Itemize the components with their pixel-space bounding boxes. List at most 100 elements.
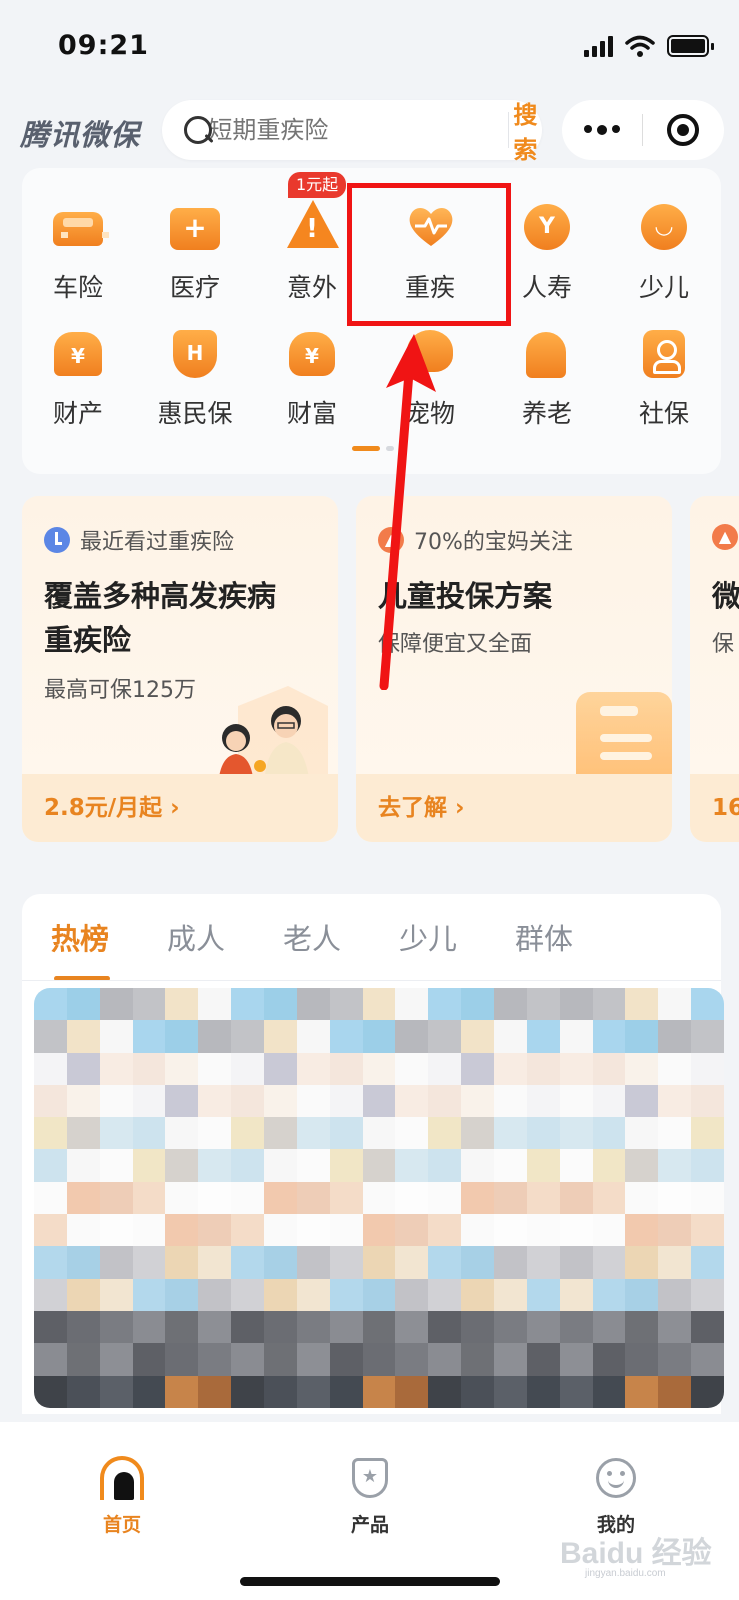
mosaic-cell <box>66 1181 100 1215</box>
mosaic-cell <box>658 1052 692 1085</box>
mosaic-cell <box>428 1181 462 1215</box>
card-subtitle: 保 <box>712 632 735 657</box>
mosaic-cell <box>658 1343 692 1376</box>
mosaic-cell <box>362 1117 396 1150</box>
tab-kids[interactable]: 少儿 <box>370 916 486 964</box>
mosaic-cell <box>395 1278 429 1311</box>
mosaic-cell <box>198 1052 232 1085</box>
category-label: 车险 <box>52 273 103 302</box>
category-life[interactable]: Y 人寿 <box>497 200 597 304</box>
close-miniprogram-button[interactable] <box>643 114 723 146</box>
mosaic-cell <box>494 1246 527 1279</box>
home-indicator[interactable] <box>240 1577 500 1586</box>
mosaic-cell <box>296 1278 330 1311</box>
mosaic-cell <box>461 1149 495 1182</box>
mosaic-cell <box>198 1214 232 1247</box>
mosaic-cell <box>658 1181 692 1215</box>
mosaic-cell <box>625 1214 659 1247</box>
mosaic-cell <box>231 1278 265 1311</box>
mosaic-cell <box>362 1246 396 1279</box>
mosaic-cell <box>461 1052 495 1085</box>
mosaic-cell <box>395 1181 429 1215</box>
mosaic-cell <box>66 1214 100 1247</box>
mosaic-cell <box>395 1246 429 1279</box>
card-title-line1: 覆盖多种高发疾病 <box>44 579 277 613</box>
mosaic-cell <box>395 988 429 1021</box>
category-elder[interactable]: 养老 <box>497 326 597 430</box>
watermark-url: jingyan.baidu.com <box>585 1568 666 1579</box>
search-bar[interactable]: 搜索 <box>162 100 542 164</box>
search-button[interactable]: 搜索 <box>509 95 542 165</box>
mosaic-cell <box>231 1149 265 1182</box>
tab-elderly[interactable]: 老人 <box>254 916 370 964</box>
mosaic-cell <box>264 1181 297 1215</box>
mosaic-cell <box>526 1084 560 1118</box>
mosaic-cell <box>132 988 166 1021</box>
mosaic-cell <box>329 1343 363 1376</box>
mosaic-cell <box>526 1149 560 1182</box>
mosaic-cell <box>66 1375 100 1408</box>
mosaic-cell <box>428 1149 462 1182</box>
category-property[interactable]: ¥ 财产 <box>28 326 128 430</box>
blurred-product-list <box>34 988 724 1408</box>
mosaic-cell <box>428 1343 462 1376</box>
nav-me[interactable]: 我的 <box>556 1456 676 1537</box>
card-price[interactable]: 2.8元/月起 › <box>22 774 338 842</box>
mosaic-cell <box>34 1278 67 1311</box>
mosaic-cell <box>231 1020 265 1053</box>
mosaic-cell <box>264 1117 297 1150</box>
mosaic-cell <box>362 1278 396 1311</box>
mosaic-cell <box>329 1375 363 1408</box>
mosaic-cell <box>198 988 232 1021</box>
mosaic-cell <box>658 1149 692 1182</box>
tab-group[interactable]: 群体 <box>486 916 602 964</box>
mosaic-cell <box>625 1149 659 1182</box>
mosaic-cell <box>559 1052 593 1085</box>
category-wealth[interactable]: ¥ 财富 <box>262 326 362 430</box>
mosaic-cell <box>198 1310 232 1344</box>
social-card-icon <box>637 326 691 380</box>
mosaic-cell <box>132 1310 166 1344</box>
property-icon: ¥ <box>51 326 105 380</box>
nav-home[interactable]: 首页 <box>62 1456 182 1537</box>
mosaic-cell <box>526 1181 560 1215</box>
mosaic-cell <box>658 1246 692 1279</box>
promo-card-partial[interactable]: ▲ 微 保 16 <box>690 496 739 842</box>
category-child[interactable]: ◡ 少儿 <box>614 200 714 304</box>
mosaic-cell <box>428 1214 462 1247</box>
mosaic-cell <box>362 1020 396 1053</box>
more-icon[interactable] <box>562 125 642 135</box>
mosaic-cell <box>494 1181 527 1215</box>
category-social[interactable]: 社保 <box>614 326 714 430</box>
card-tag: ▲ <box>712 524 738 550</box>
mosaic-cell <box>461 1117 495 1150</box>
mosaic-cell <box>625 1020 659 1053</box>
category-car[interactable]: 车险 <box>28 200 128 304</box>
mosaic-cell <box>592 1246 626 1279</box>
mosaic-cell <box>198 1181 232 1215</box>
mosaic-cell <box>625 1246 659 1279</box>
card-learn-more[interactable]: 去了解 › <box>356 774 672 842</box>
tab-adult[interactable]: 成人 <box>138 916 254 964</box>
search-input[interactable] <box>208 116 509 144</box>
mosaic-cell <box>428 1375 462 1408</box>
card-price[interactable]: 16 <box>690 774 739 842</box>
mosaic-cell <box>559 1310 593 1344</box>
card-subtitle: 最高可保125万 <box>44 678 196 703</box>
mosaic-cell <box>428 1084 462 1118</box>
mosaic-cell <box>99 1310 133 1344</box>
mosaic-cell <box>526 1310 560 1344</box>
category-huiminbao[interactable]: H 惠民保 <box>145 326 245 430</box>
mosaic-cell <box>165 1084 199 1118</box>
tab-hot[interactable]: 热榜 <box>22 916 138 964</box>
promo-card-critical[interactable]: 最近看过重疾险 覆盖多种高发疾病 重疾险 最高可保125万 2.8元/月起 › <box>22 496 338 842</box>
mosaic-cell <box>296 1084 330 1118</box>
mosaic-cell <box>329 1149 363 1182</box>
mosaic-cell <box>198 1084 232 1118</box>
mosaic-cell <box>329 1246 363 1279</box>
mosaic-cell <box>494 1278 527 1311</box>
category-medical[interactable]: 医疗 <box>145 200 245 304</box>
mosaic-cell <box>691 1117 724 1150</box>
mosaic-cell <box>494 1149 527 1182</box>
nav-products[interactable]: ★ 产品 <box>310 1456 430 1537</box>
